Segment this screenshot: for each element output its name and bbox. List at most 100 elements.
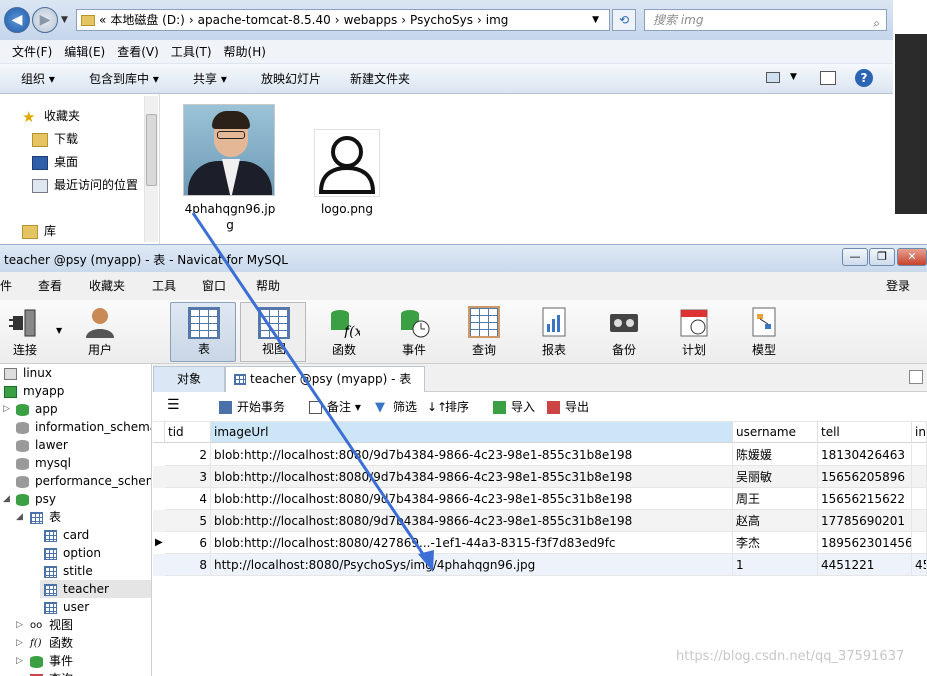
user-silhouette-icon[interactable] — [314, 129, 380, 197]
menu-tools[interactable]: 工具 — [152, 278, 176, 294]
import-button[interactable]: 导入 — [493, 399, 535, 415]
menu-window[interactable]: 窗口 — [202, 278, 226, 294]
tree-table-teacher[interactable]: teacher — [40, 580, 151, 598]
cell-tid[interactable]: 8 — [165, 554, 211, 576]
table-row[interactable]: 5 blob:http://localhost:8080/9d7b4384-98… — [153, 510, 927, 532]
cell-imageurl[interactable]: blob:http://localhost:8080/9d7b4384-9866… — [211, 510, 733, 532]
connect-dropdown-icon[interactable]: ▼ — [56, 326, 62, 335]
history-dropdown-icon[interactable]: ▼ — [61, 15, 68, 25]
table-row-current[interactable]: ▶ 6 blob:http://localhost:8080/427869...… — [153, 532, 927, 554]
expand-arrow-icon[interactable]: ▷ — [16, 638, 23, 648]
table-row[interactable]: 8 http://localhost:8080/PsychoSys/img/4p… — [153, 554, 927, 576]
view-button[interactable]: 视图 — [240, 302, 306, 362]
cell-in[interactable] — [912, 444, 927, 466]
query-button[interactable]: 查询 — [451, 302, 517, 362]
tree-connection-myapp[interactable]: myapp — [4, 382, 64, 400]
search-input[interactable]: 搜索 img ⌕ — [644, 9, 887, 31]
view-dropdown-icon[interactable]: ▼ — [790, 72, 797, 82]
tab-teacher-table[interactable]: teacher @psy (myapp) - 表 — [225, 366, 425, 392]
view-options-icon[interactable] — [766, 72, 780, 83]
memo-button[interactable]: 备注 ▾ — [309, 399, 361, 415]
help-icon[interactable]: ? — [855, 69, 873, 87]
tree-db-mysql[interactable]: mysql — [16, 454, 71, 472]
cell-tell[interactable]: 4451221 — [818, 554, 912, 576]
table-button[interactable]: 表 — [170, 302, 236, 362]
cell-tid[interactable]: 3 — [165, 466, 211, 488]
tree-db-performance-schema[interactable]: performance_schema — [16, 472, 151, 490]
back-arrow-icon[interactable]: ◀ — [4, 7, 30, 33]
menu-favorites[interactable]: 收藏夹 — [89, 278, 125, 294]
path-segment[interactable]: img — [486, 13, 509, 27]
cell-tid[interactable]: 5 — [165, 510, 211, 532]
cell-in[interactable] — [912, 488, 927, 510]
cell-username[interactable]: 周王 — [733, 488, 818, 510]
cell-in[interactable] — [912, 466, 927, 488]
cell-imageurl[interactable]: http://localhost:8080/PsychoSys/img/4pha… — [211, 554, 733, 576]
tab-objects[interactable]: 对象 — [153, 366, 225, 392]
tree-events-folder[interactable]: 事件 — [30, 652, 73, 670]
report-button[interactable]: 报表 — [521, 302, 587, 362]
event-button[interactable]: 事件 — [381, 302, 447, 362]
menu-file[interactable]: 件 — [0, 278, 12, 294]
menu-view[interactable]: 查看(V) — [111, 40, 165, 64]
expand-arrow-icon[interactable]: ▷ — [3, 404, 10, 414]
menu-help[interactable]: 帮助 — [256, 278, 280, 294]
tree-db-information-schema[interactable]: information_schema — [16, 418, 151, 436]
cell-imageurl[interactable]: blob:http://localhost:8080/9d7b4384-9866… — [211, 444, 733, 466]
tree-db-app[interactable]: app — [16, 400, 58, 418]
preview-pane-icon[interactable] — [820, 71, 836, 85]
login-link[interactable]: 登录 — [886, 278, 910, 294]
maximize-icon[interactable]: ❐ — [869, 248, 895, 266]
cell-username[interactable]: 李杰 — [733, 532, 818, 554]
cell-imageurl[interactable]: blob:http://localhost:8080/9d7b4384-9866… — [211, 466, 733, 488]
nav-recent[interactable]: 最近访问的位置 — [32, 175, 138, 195]
table-row[interactable]: 2 blob:http://localhost:8080/9d7b4384-98… — [153, 444, 927, 466]
tree-table-user[interactable]: user — [44, 598, 89, 616]
cell-tell[interactable]: 189562301456 — [818, 532, 912, 554]
cell-tell[interactable]: 15656205896 — [818, 466, 912, 488]
tree-queries-folder[interactable]: 查询 — [30, 670, 73, 676]
file-name-logo[interactable]: logo.png — [300, 201, 394, 217]
tree-connection-linux[interactable]: linux — [4, 364, 52, 382]
function-button[interactable]: f(x) 函数 — [311, 302, 377, 362]
table-row[interactable]: 3 blob:http://localhost:8080/9d7b4384-98… — [153, 466, 927, 488]
cell-imageurl[interactable]: blob:http://localhost:8080/427869...-1ef… — [211, 532, 733, 554]
cell-tid[interactable]: 6 — [165, 532, 211, 554]
cell-in[interactable]: 45 — [912, 554, 927, 576]
tree-db-psy[interactable]: psy — [16, 490, 56, 508]
organize-button[interactable]: 组织 ▾ — [21, 70, 55, 88]
backup-button[interactable]: 备份 — [591, 302, 657, 362]
cell-tell[interactable]: 15656215622 — [818, 488, 912, 510]
menu-tools[interactable]: 工具(T) — [165, 40, 218, 64]
cell-tell[interactable]: 17785690201 — [818, 510, 912, 532]
begin-transaction-button[interactable]: 开始事务 — [219, 399, 285, 415]
cell-tid[interactable]: 4 — [165, 488, 211, 510]
path-dropdown-icon[interactable]: ▼ — [592, 10, 599, 30]
collapse-arrow-icon[interactable]: ◢ — [16, 512, 23, 522]
close-icon[interactable]: ✕ — [897, 248, 927, 266]
nav-favorites[interactable]: ★ 收藏夹 — [22, 106, 80, 126]
tree-functions-folder[interactable]: f() 函数 — [30, 634, 73, 652]
menu-view[interactable]: 查看 — [38, 278, 62, 294]
path-segment[interactable]: PsychoSys — [410, 13, 473, 27]
hamburger-menu-icon[interactable]: ☰ — [167, 397, 180, 413]
nav-libraries[interactable]: 库 — [22, 221, 56, 241]
export-button[interactable]: 导出 — [547, 399, 589, 415]
address-path[interactable]: «本地磁盘 (D:) › apache-tomcat-8.5.40 › webapps ›… — [76, 9, 610, 31]
tree-db-lawer[interactable]: lawer — [16, 436, 68, 454]
schedule-button[interactable]: 计划 — [661, 302, 727, 362]
cell-username[interactable]: 赵高 — [733, 510, 818, 532]
tree-table-stitle[interactable]: stitle — [44, 562, 93, 580]
nav-pane-scrollbar[interactable] — [144, 96, 158, 242]
new-folder-button[interactable]: 新建文件夹 — [350, 70, 410, 88]
column-header-in[interactable]: in — [912, 422, 927, 443]
share-button[interactable]: 共享 ▾ — [193, 70, 227, 88]
file-name-photo[interactable]: 4phahqgn96.jp g — [180, 201, 280, 233]
cell-tid[interactable]: 2 — [165, 444, 211, 466]
tree-views-folder[interactable]: oo 视图 — [30, 616, 73, 634]
include-in-library-button[interactable]: 包含到库中 ▾ — [89, 70, 159, 88]
cell-username[interactable]: 吴丽敏 — [733, 466, 818, 488]
search-icon[interactable]: ⌕ — [873, 13, 880, 33]
column-header-imageurl[interactable]: imageUrl — [211, 422, 733, 443]
menu-file[interactable]: 文件(F) — [6, 40, 58, 64]
